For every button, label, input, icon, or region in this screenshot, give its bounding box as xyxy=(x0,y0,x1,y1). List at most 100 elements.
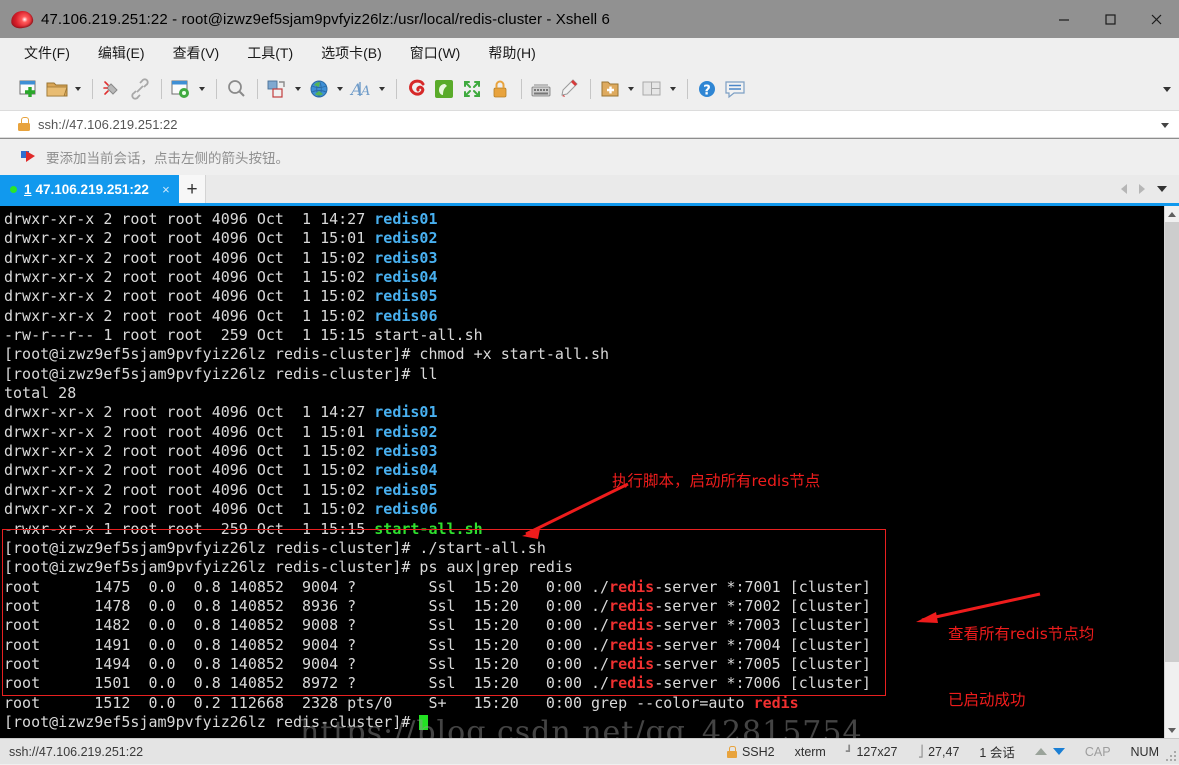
status-sessions: 1 会话 xyxy=(979,746,1015,760)
menu-file[interactable]: 文件(F) xyxy=(20,40,74,66)
terminal-text: redis01 xyxy=(374,210,438,228)
resize-grip[interactable] xyxy=(1165,750,1177,762)
keyboard-icon[interactable] xyxy=(528,76,554,102)
terminal-line: [root@izwz9ef5sjam9pvfyiz26lz redis-clus… xyxy=(4,365,1164,384)
file-transfer-dropdown-icon[interactable] xyxy=(292,76,303,102)
terminal-line: drwxr-xr-x 2 root root 4096 Oct 1 15:02 … xyxy=(4,442,1164,461)
status-right-group: SSH2 xterm ┛ 127x27 ⎦ 27,47 1 会话 CAP NUM xyxy=(707,739,1179,764)
terminal-text: drwxr-xr-x 2 root root 4096 Oct 1 15:02 xyxy=(4,442,375,461)
terminal-text: redis04 xyxy=(374,461,438,480)
layout-dropdown-icon[interactable] xyxy=(667,76,678,102)
terminal-text: drwxr-xr-x 2 root root 4096 Oct 1 15:01 xyxy=(4,422,375,441)
menu-tabs[interactable]: 选项卡(B) xyxy=(317,40,386,66)
toolbar: A A ? xyxy=(0,68,1179,110)
new-folder-dropdown-icon[interactable] xyxy=(625,76,636,102)
terminal-text: drwxr-xr-x 2 root root 4096 Oct 1 15:02 xyxy=(4,306,375,325)
status-num: NUM xyxy=(1130,744,1159,759)
address-dropdown-icon[interactable] xyxy=(1161,111,1169,139)
terminal-line: drwxr-xr-x 2 root root 4096 Oct 1 15:02 … xyxy=(4,249,1164,268)
toolbar-overflow-icon[interactable] xyxy=(1163,68,1171,110)
maximize-button[interactable] xyxy=(1087,0,1133,38)
terminal-text: redis06 xyxy=(374,306,438,325)
scrollbar-thumb[interactable] xyxy=(1165,222,1179,662)
chevron-right-icon[interactable] xyxy=(1133,175,1151,203)
xshell-shell-icon xyxy=(9,8,35,30)
terminal-line: total 28 xyxy=(4,384,1164,403)
xshell-icon[interactable] xyxy=(403,76,429,102)
terminal-line: drwxr-xr-x 2 root root 4096 Oct 1 15:02 … xyxy=(4,307,1164,326)
terminal-line: drwxr-xr-x 2 root root 4096 Oct 1 15:02 … xyxy=(4,461,1164,480)
notice-bar: 要添加当前会话，点击左侧的箭头按钮。 xyxy=(0,139,1179,175)
new-tab-button[interactable]: + xyxy=(179,175,206,203)
link-icon[interactable] xyxy=(127,76,153,102)
chevron-left-icon[interactable] xyxy=(1115,175,1133,203)
status-bar: ssh://47.106.219.251:22 SSH2 xterm ┛ 127… xyxy=(0,738,1179,764)
terminal-text: total 28 xyxy=(4,384,77,403)
svg-text:A: A xyxy=(360,84,370,99)
svg-text:?: ? xyxy=(703,84,711,99)
menu-view[interactable]: 查看(V) xyxy=(169,40,224,66)
session-properties-icon[interactable] xyxy=(168,76,194,102)
terminal-line: drwxr-xr-x 2 root root 4096 Oct 1 14:27 … xyxy=(4,403,1164,422)
terminal-text: redis03 xyxy=(374,248,438,267)
highlight-icon[interactable] xyxy=(556,76,582,102)
status-security: SSH2 xyxy=(726,744,775,759)
terminal-panel[interactable]: drwxr-xr-x 2 root root 4096 Oct 1 14:27 … xyxy=(0,206,1179,738)
terminal-line: drwxr-xr-x 2 root root 4096 Oct 1 15:01 … xyxy=(4,229,1164,248)
terminal-text: drwxr-xr-x 2 root root 4096 Oct 1 15:02 xyxy=(4,480,375,499)
xshell-window: 47.106.219.251:22 - root@izwz9ef5sjam9pv… xyxy=(0,0,1179,764)
menu-tools[interactable]: 工具(T) xyxy=(243,40,297,66)
cursor-pos-icon: ⎦ xyxy=(917,745,925,758)
terminal-line: [root@izwz9ef5sjam9pvfyiz26lz redis-clus… xyxy=(4,345,1164,364)
terminal-text: redis xyxy=(753,693,799,712)
help-icon[interactable]: ? xyxy=(694,76,720,102)
xftp-icon[interactable] xyxy=(431,76,457,102)
new-folder-icon[interactable] xyxy=(597,76,623,102)
terminal-text: redis03 xyxy=(374,442,438,461)
terminal-text: drwxr-xr-x 2 root root 4096 Oct 1 15:02 xyxy=(4,461,375,480)
toolbar-separator xyxy=(161,79,162,99)
status-cap: CAP xyxy=(1084,744,1111,759)
menu-edit[interactable]: 编辑(E) xyxy=(94,40,149,66)
menu-window[interactable]: 窗口(W) xyxy=(406,40,465,66)
toolbar-separator xyxy=(257,79,258,99)
tab-menu-icon[interactable] xyxy=(1151,175,1173,203)
web-transfer-dropdown-icon[interactable] xyxy=(334,76,345,102)
open-folder-dropdown-icon[interactable] xyxy=(72,76,83,102)
font-icon[interactable]: A A xyxy=(348,76,374,102)
terminal-text: redis02 xyxy=(374,229,438,248)
tab-bar-controls xyxy=(1115,175,1179,203)
tab-close-icon[interactable]: × xyxy=(159,183,173,196)
lock-icon xyxy=(726,745,737,758)
status-terminal-size: ┛ 127x27 xyxy=(846,745,898,759)
find-icon[interactable] xyxy=(223,76,249,102)
disconnect-icon[interactable] xyxy=(99,76,125,102)
lock-icon[interactable] xyxy=(487,76,513,102)
address-bar[interactable]: ssh://47.106.219.251:22 xyxy=(0,110,1179,138)
notice-text: 要添加当前会话，点击左侧的箭头按钮。 xyxy=(46,151,289,166)
menu-help[interactable]: 帮助(H) xyxy=(484,40,539,66)
scroll-down-icon[interactable] xyxy=(1165,722,1179,738)
terminal-line: drwxr-xr-x 2 root root 4096 Oct 1 15:02 … xyxy=(4,287,1164,306)
tab-session-1[interactable]: 1 47.106.219.251:22 × xyxy=(0,175,179,203)
font-dropdown-icon[interactable] xyxy=(376,76,387,102)
status-security-label: SSH2 xyxy=(741,744,775,759)
status-transfer-arrows xyxy=(1034,748,1065,755)
terminal-scrollbar[interactable] xyxy=(1164,206,1179,738)
open-folder-icon[interactable] xyxy=(44,76,70,102)
terminal-text: drwxr-xr-x 2 root root 4096 Oct 1 15:01 xyxy=(4,229,375,248)
terminal-line: drwxr-xr-x 2 root root 4096 Oct 1 15:02 … xyxy=(4,500,1164,519)
file-transfer-icon[interactable] xyxy=(264,76,290,102)
web-transfer-icon[interactable] xyxy=(306,76,332,102)
feedback-icon[interactable] xyxy=(722,76,748,102)
session-properties-dropdown-icon[interactable] xyxy=(196,76,207,102)
tab-index: 1 xyxy=(24,181,32,197)
layout-icon[interactable] xyxy=(639,76,665,102)
minimize-button[interactable] xyxy=(1041,0,1087,38)
new-session-icon[interactable] xyxy=(16,76,42,102)
toolbar-separator xyxy=(521,79,522,99)
terminal-text: drwxr-xr-x 2 root root 4096 Oct 1 14:27 xyxy=(4,403,375,422)
scroll-up-icon[interactable] xyxy=(1165,206,1179,222)
fullscreen-icon[interactable] xyxy=(459,76,485,102)
close-button[interactable] xyxy=(1133,0,1179,38)
